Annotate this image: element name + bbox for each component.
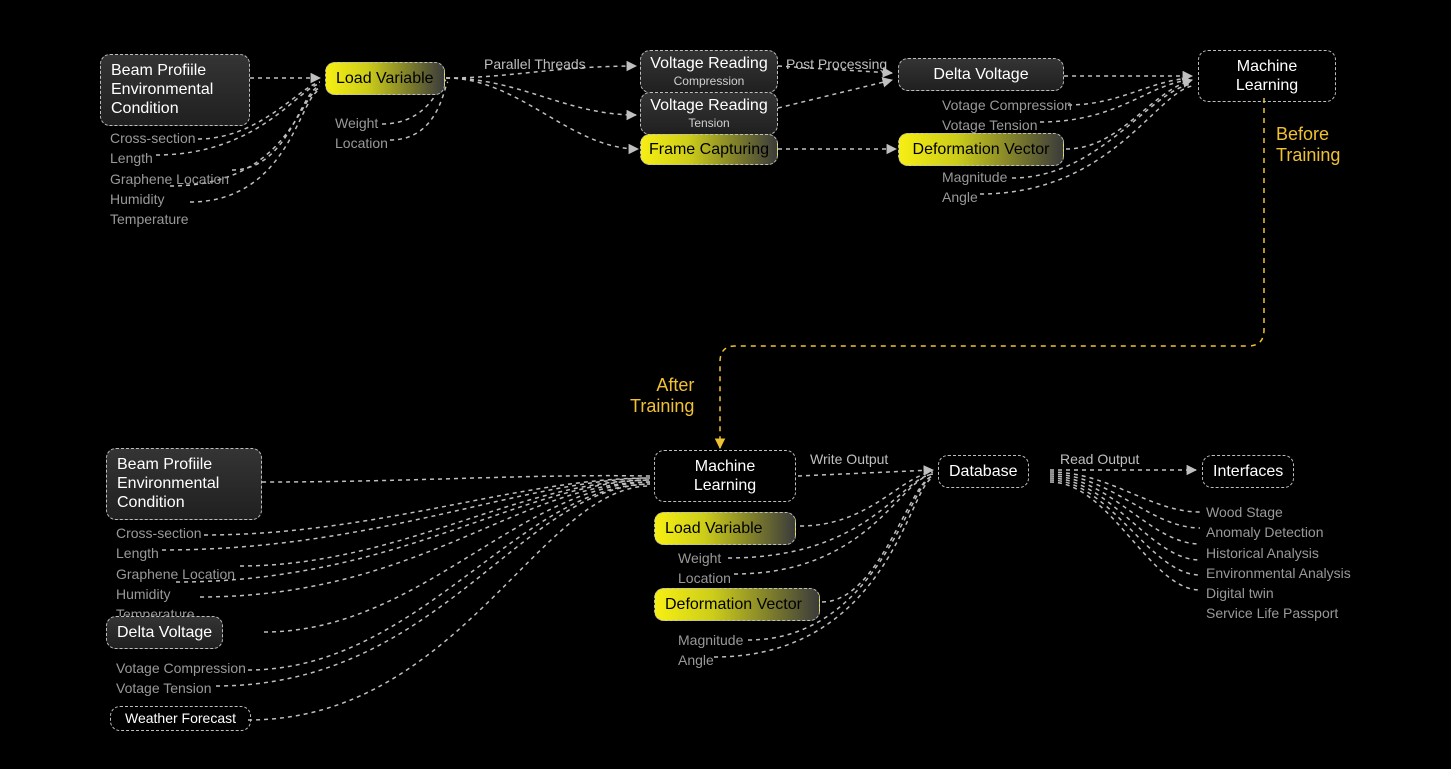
- label-read-output: Read Output: [1060, 451, 1139, 467]
- loadvar2-item-0: Weight: [678, 548, 731, 568]
- beam2-line1: Beam Profiile: [117, 455, 251, 474]
- vrt-title: Voltage Reading: [645, 96, 773, 115]
- node-delta-voltage-2: Delta Voltage: [106, 616, 223, 649]
- loadvar-item-0: Weight: [335, 113, 388, 133]
- ifc-item-0: Wood Stage: [1206, 502, 1351, 522]
- node-beam-profile-1: Beam Profiile Environmental Condition: [100, 54, 250, 126]
- delta-items: Votage Compression Votage Tension: [942, 95, 1072, 136]
- beam1-line2: Environmental: [111, 80, 239, 99]
- loadvar-items: Weight Location: [335, 113, 388, 154]
- defvec-item-1: Angle: [942, 187, 1007, 207]
- beam2-items: Cross-section Length Graphene Location H…: [116, 523, 235, 624]
- node-deformation-vector-2: Deformation Vector: [654, 588, 820, 621]
- beam1-item-1: Length: [110, 148, 229, 168]
- delta2-items: Votage Compression Votage Tension: [116, 658, 246, 699]
- ml1-line1: Machine: [1209, 57, 1325, 76]
- node-delta-voltage: Delta Voltage: [898, 58, 1064, 91]
- defvec2-item-1: Angle: [678, 650, 743, 670]
- node-weather-forecast: Weather Forecast: [110, 706, 251, 731]
- beam1-items: Cross-section Length Graphene Location H…: [110, 128, 229, 229]
- vrt-sub: Tension: [645, 116, 773, 130]
- delta-item-0: Votage Compression: [942, 95, 1072, 115]
- interfaces-items: Wood Stage Anomaly Detection Historical …: [1206, 502, 1351, 624]
- loadvar2-items: Weight Location: [678, 548, 731, 589]
- beam2-item-3: Humidity: [116, 584, 235, 604]
- label-parallel-threads: Parallel Threads: [484, 56, 586, 72]
- delta2-item-0: Votage Compression: [116, 658, 246, 678]
- beam2-item-1: Length: [116, 543, 235, 563]
- loadvar-item-1: Location: [335, 133, 388, 153]
- beam2-line3: Condition: [117, 493, 251, 512]
- ifc-item-2: Historical Analysis: [1206, 543, 1351, 563]
- node-database: Database: [938, 455, 1029, 488]
- vrc-title: Voltage Reading: [645, 54, 773, 73]
- label-post-processing: Post Processing: [786, 56, 887, 72]
- beam1-line3: Condition: [111, 99, 239, 118]
- defvec-items: Magnitude Angle: [942, 167, 1007, 208]
- node-ml-2: Machine Learning: [654, 450, 796, 502]
- ifc-item-4: Digital twin: [1206, 583, 1351, 603]
- node-load-variable-2: Load Variable: [654, 512, 796, 545]
- delta2-item-1: Votage Tension: [116, 678, 246, 698]
- ifc-item-3: Environmental Analysis: [1206, 563, 1351, 583]
- ml2-line2: Learning: [665, 476, 785, 495]
- beam1-item-0: Cross-section: [110, 128, 229, 148]
- beam1-item-4: Temperature: [110, 209, 229, 229]
- node-frame-capturing: Frame Capturing: [640, 134, 778, 165]
- label-write-output: Write Output: [810, 451, 888, 467]
- node-beam-profile-2: Beam Profiile Environmental Condition: [106, 448, 262, 520]
- label-before-training: Before Training: [1276, 124, 1340, 166]
- beam2-item-0: Cross-section: [116, 523, 235, 543]
- label-after-training: After Training: [630, 375, 694, 417]
- node-deformation-vector: Deformation Vector: [898, 133, 1064, 166]
- beam1-line1: Beam Profiile: [111, 61, 239, 80]
- ifc-item-1: Anomaly Detection: [1206, 522, 1351, 542]
- node-voltage-tension: Voltage Reading Tension: [640, 92, 778, 135]
- ml1-line2: Learning: [1209, 76, 1325, 95]
- defvec2-items: Magnitude Angle: [678, 630, 743, 671]
- node-load-variable: Load Variable: [325, 62, 445, 95]
- ifc-item-5: Service Life Passport: [1206, 603, 1351, 623]
- ml2-line1: Machine: [665, 457, 785, 476]
- beam2-line2: Environmental: [117, 474, 251, 493]
- beam1-item-2: Graphene Location: [110, 169, 229, 189]
- beam2-item-2: Graphene Location: [116, 564, 235, 584]
- node-ml-1: Machine Learning: [1198, 50, 1336, 102]
- loadvar2-item-1: Location: [678, 568, 731, 588]
- node-interfaces: Interfaces: [1202, 455, 1294, 488]
- defvec2-item-0: Magnitude: [678, 630, 743, 650]
- defvec-item-0: Magnitude: [942, 167, 1007, 187]
- node-voltage-compression: Voltage Reading Compression: [640, 50, 778, 93]
- vrc-sub: Compression: [645, 74, 773, 88]
- beam1-item-3: Humidity: [110, 189, 229, 209]
